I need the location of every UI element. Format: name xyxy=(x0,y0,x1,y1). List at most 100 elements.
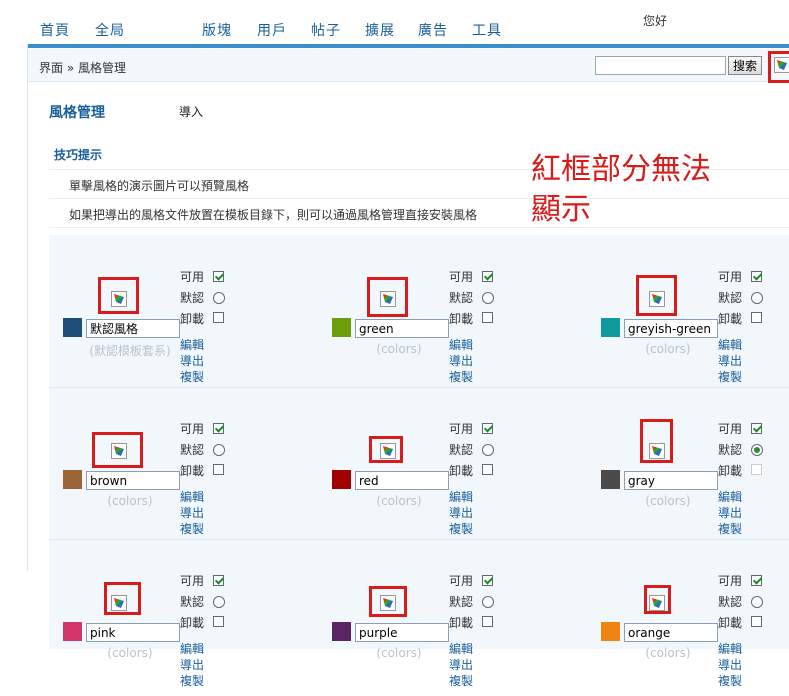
export-link[interactable]: 導出 xyxy=(718,352,742,369)
annotation-red-box xyxy=(92,432,143,468)
uninstall-checkbox[interactable] xyxy=(213,312,224,323)
copy-link[interactable]: 複製 xyxy=(449,520,473,537)
search-button[interactable]: 搜索 xyxy=(728,56,762,75)
enable-checkbox[interactable] xyxy=(482,575,493,586)
default-label: 默認 xyxy=(180,595,205,609)
export-link[interactable]: 導出 xyxy=(449,656,473,673)
default-label: 默認 xyxy=(718,595,743,609)
import-link[interactable]: 導入 xyxy=(179,103,203,120)
top-nav: 首頁 全局 版塊 用戶 帖子 擴展 廣告 工具 您好 xyxy=(0,0,789,44)
edit-link[interactable]: 編輯 xyxy=(718,336,742,353)
copy-link[interactable]: 複製 xyxy=(180,368,204,385)
enable-checkbox[interactable] xyxy=(751,575,762,586)
enable-checkbox[interactable] xyxy=(213,575,224,586)
style-name-input[interactable] xyxy=(355,319,449,338)
uninstall-checkbox[interactable] xyxy=(482,464,493,475)
default-radio[interactable] xyxy=(751,292,763,304)
edit-link[interactable]: 編輯 xyxy=(449,488,473,505)
enable-checkbox[interactable] xyxy=(213,271,224,282)
style-name-input[interactable] xyxy=(355,471,449,490)
export-link[interactable]: 導出 xyxy=(180,656,204,673)
uninstall-checkbox[interactable] xyxy=(213,464,224,475)
default-radio[interactable] xyxy=(213,292,225,304)
style-name-input[interactable] xyxy=(86,471,180,490)
default-radio[interactable] xyxy=(482,292,494,304)
uninstall-label: 卸載 xyxy=(180,464,205,478)
uninstall-checkbox[interactable] xyxy=(751,616,762,627)
uninstall-label: 卸載 xyxy=(180,312,205,326)
style-name-input[interactable] xyxy=(355,623,449,642)
annotation-line: 紅框部分無法 xyxy=(531,152,711,187)
default-radio[interactable] xyxy=(482,596,494,608)
enable-checkbox[interactable] xyxy=(751,423,762,434)
nav-ads[interactable]: 廣告 xyxy=(418,20,448,40)
export-link[interactable]: 導出 xyxy=(718,656,742,673)
style-card: (colors) 可用默認卸載編輯導出複製 xyxy=(318,394,587,544)
nav-global[interactable]: 全局 xyxy=(95,20,125,40)
export-link[interactable]: 導出 xyxy=(180,504,204,521)
default-radio[interactable] xyxy=(213,596,225,608)
edit-link[interactable]: 編輯 xyxy=(180,336,204,353)
export-link[interactable]: 導出 xyxy=(449,352,473,369)
copy-link[interactable]: 複製 xyxy=(180,520,204,537)
uninstall-checkbox[interactable] xyxy=(213,616,224,627)
enable-label: 可用 xyxy=(449,574,474,588)
edit-link[interactable]: 編輯 xyxy=(180,640,204,657)
enable-checkbox[interactable] xyxy=(213,423,224,434)
style-card: (colors) 可用默認卸載編輯導出複製 xyxy=(587,394,789,544)
style-subtitle: (colors) xyxy=(107,494,153,508)
uninstall-checkbox[interactable] xyxy=(751,312,762,323)
nav-forums[interactable]: 版塊 xyxy=(202,20,232,40)
edit-link[interactable]: 編輯 xyxy=(718,488,742,505)
style-subtitle: (colors) xyxy=(376,342,422,356)
uninstall-checkbox[interactable] xyxy=(482,616,493,627)
copy-link[interactable]: 複製 xyxy=(449,368,473,385)
annotation-red-box xyxy=(640,419,673,463)
export-link[interactable]: 導出 xyxy=(180,352,204,369)
style-card: (colors) 可用默認卸載編輯導出複製 xyxy=(49,546,318,696)
default-label: 默認 xyxy=(449,443,474,457)
default-label: 默認 xyxy=(449,291,474,305)
default-label: 默認 xyxy=(718,291,743,305)
uninstall-checkbox[interactable] xyxy=(751,464,762,475)
nav-users[interactable]: 用戶 xyxy=(257,20,287,40)
style-name-input[interactable] xyxy=(86,319,180,338)
nav-extensions[interactable]: 擴展 xyxy=(365,20,395,40)
default-label: 默認 xyxy=(449,595,474,609)
style-card: (默認模板套系) 可用默認卸載編輯導出複製 xyxy=(49,242,318,392)
annotation-red-box xyxy=(768,51,789,83)
color-swatch xyxy=(332,470,351,489)
uninstall-checkbox[interactable] xyxy=(482,312,493,323)
enable-checkbox[interactable] xyxy=(751,271,762,282)
edit-link[interactable]: 編輯 xyxy=(180,488,204,505)
style-name-input[interactable] xyxy=(86,623,180,642)
copy-link[interactable]: 複製 xyxy=(718,368,742,385)
default-label: 默認 xyxy=(180,291,205,305)
default-radio[interactable] xyxy=(751,444,763,456)
copy-link[interactable]: 複製 xyxy=(449,672,473,689)
annotation-red-box xyxy=(636,275,677,316)
default-radio[interactable] xyxy=(213,444,225,456)
edit-link[interactable]: 編輯 xyxy=(449,336,473,353)
default-radio[interactable] xyxy=(751,596,763,608)
search-input[interactable] xyxy=(595,56,726,75)
nav-tools[interactable]: 工具 xyxy=(472,20,502,40)
edit-link[interactable]: 編輯 xyxy=(718,640,742,657)
copy-link[interactable]: 複製 xyxy=(180,672,204,689)
style-name-input[interactable] xyxy=(624,623,718,642)
edit-link[interactable]: 編輯 xyxy=(449,640,473,657)
enable-checkbox[interactable] xyxy=(482,271,493,282)
nav-posts[interactable]: 帖子 xyxy=(311,20,341,40)
copy-link[interactable]: 複製 xyxy=(718,672,742,689)
style-name-input[interactable] xyxy=(624,471,718,490)
nav-home[interactable]: 首頁 xyxy=(40,20,70,40)
copy-link[interactable]: 複製 xyxy=(718,520,742,537)
uninstall-label: 卸載 xyxy=(180,616,205,630)
default-radio[interactable] xyxy=(482,444,494,456)
annotation-line: 顯示 xyxy=(531,192,591,227)
export-link[interactable]: 導出 xyxy=(449,504,473,521)
enable-checkbox[interactable] xyxy=(482,423,493,434)
uninstall-label: 卸載 xyxy=(449,312,474,326)
style-name-input[interactable] xyxy=(624,319,718,338)
export-link[interactable]: 導出 xyxy=(718,504,742,521)
